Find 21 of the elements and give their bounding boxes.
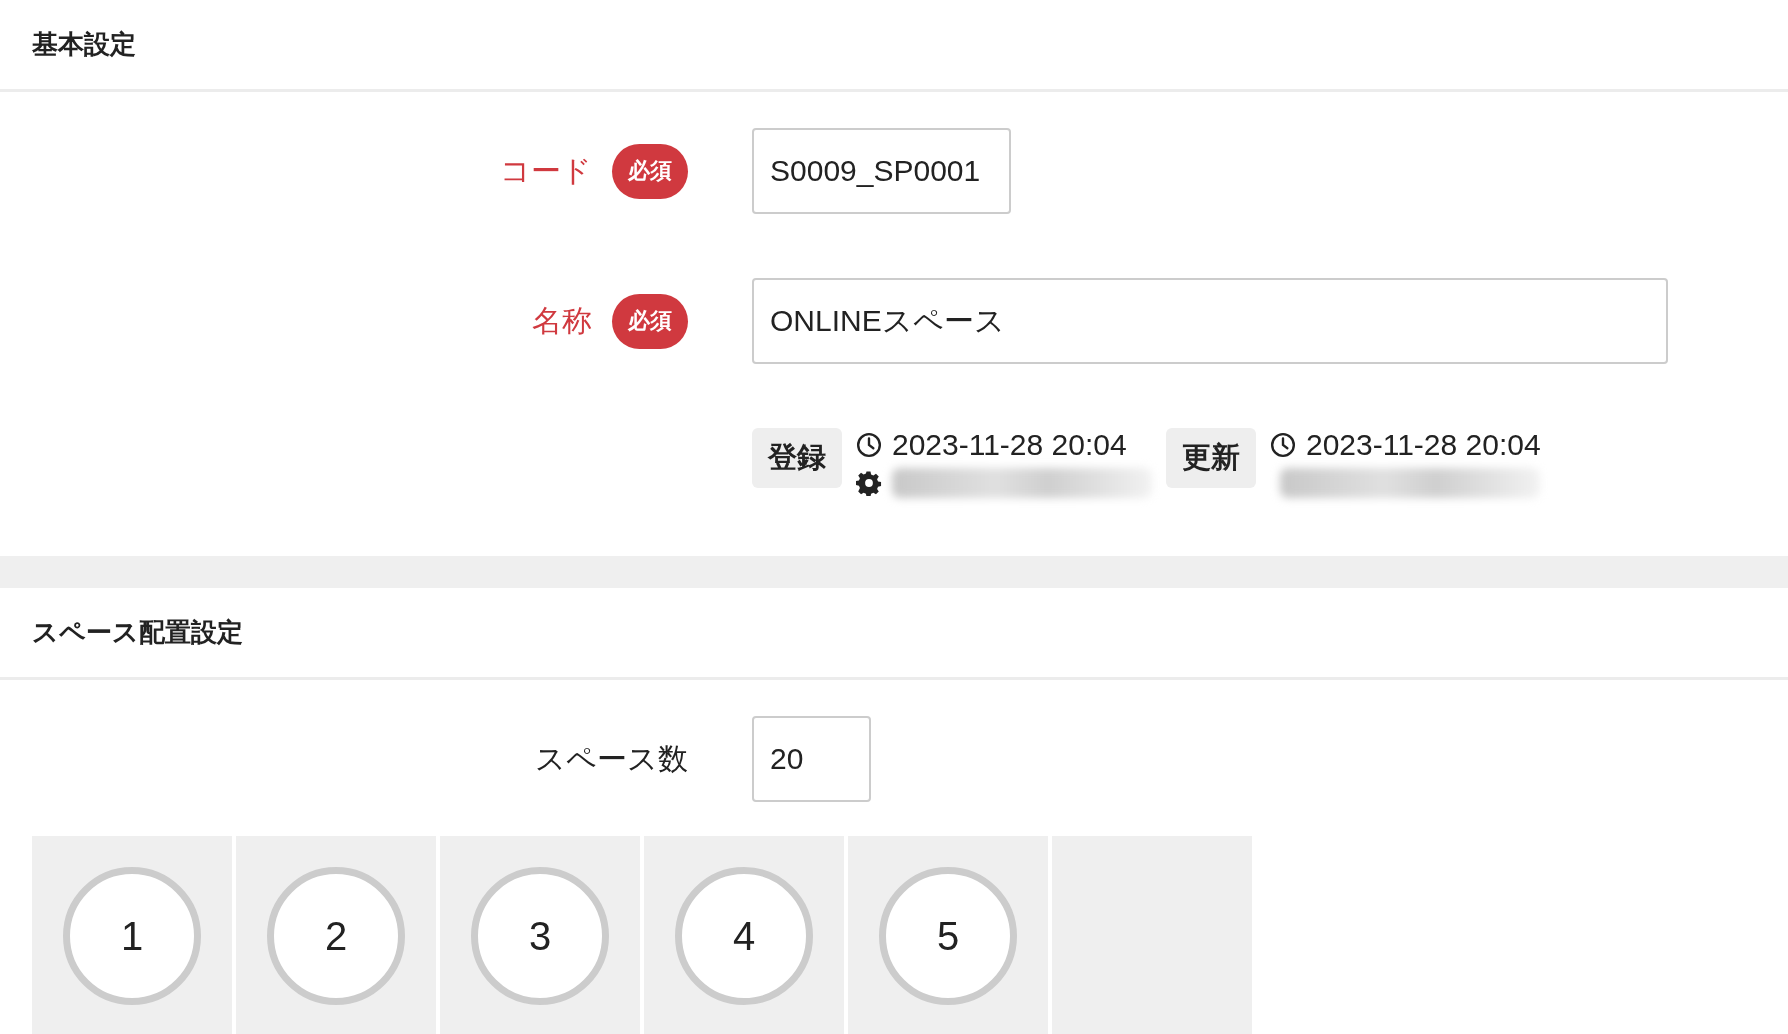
field-label: スペース数 [535,740,688,777]
field-label: コード [500,152,592,189]
timestamp: 2023-11-28 20:04 [892,428,1127,462]
section-title: スペース配置設定 [32,616,243,649]
input-field[interactable]: ONLINEスペース [752,278,1668,364]
clock-icon [1270,432,1296,458]
clock-icon [856,432,882,458]
space-number[interactable]: 1 [63,867,201,1005]
input-field[interactable]: S0009_SP0001 [752,128,1011,214]
field-label: 名称 [532,302,592,339]
space-number[interactable]: 3 [471,867,609,1005]
space-number[interactable]: 5 [879,867,1017,1005]
required-badge: 必須 [612,143,688,199]
space-number[interactable]: 2 [267,867,405,1005]
section-title: 基本設定 [32,28,136,61]
tag-label: 更新 [1166,428,1256,488]
space-number[interactable]: 4 [675,867,813,1005]
required-badge: 必須 [612,293,688,349]
timestamp: 2023-11-28 20:04 [1306,428,1541,462]
input-field[interactable]: 20 [752,716,871,802]
tag-label: 登録 [752,428,842,488]
